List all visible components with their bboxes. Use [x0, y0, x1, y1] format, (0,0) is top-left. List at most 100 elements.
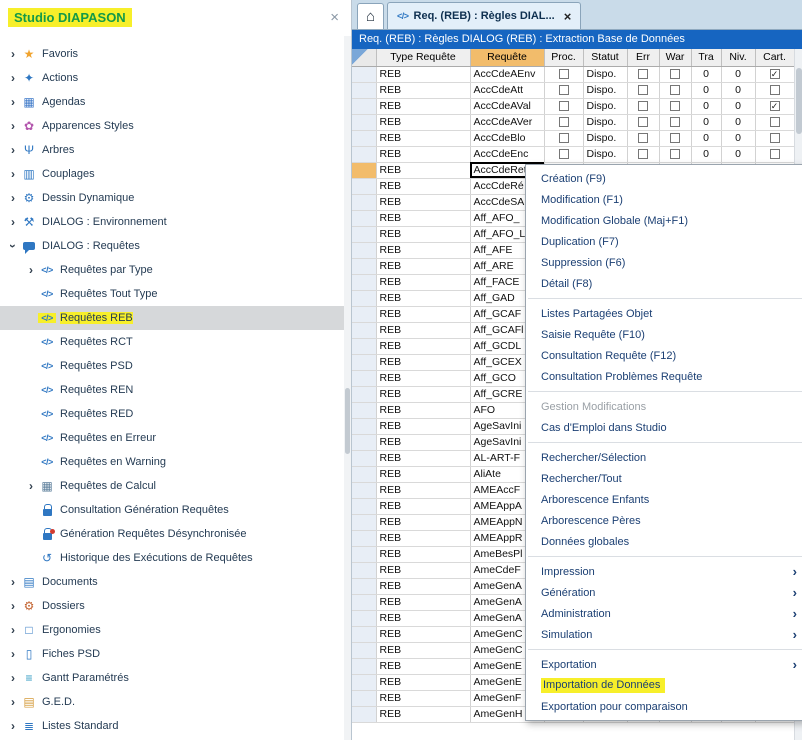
sidebar-item-agendas[interactable]: ›▦Agendas — [0, 90, 351, 114]
menu-item-detail-f8[interactable]: Détail (F8) — [526, 273, 802, 294]
row-selector-cell[interactable] — [352, 466, 376, 482]
cell-war[interactable] — [659, 66, 691, 82]
checkbox-checked[interactable]: ✓ — [770, 69, 780, 79]
menu-item-importation-de-donnees[interactable]: Importation de Données — [526, 675, 802, 696]
cell-statut[interactable]: Dispo. — [583, 130, 627, 146]
cell-niv[interactable]: 0 — [721, 146, 755, 162]
scrollbar-thumb[interactable] — [796, 68, 802, 134]
cell-proc[interactable] — [544, 114, 583, 130]
cell-proc[interactable] — [544, 130, 583, 146]
cell-type-requete[interactable]: REB — [376, 306, 470, 322]
cell-type-requete[interactable]: REB — [376, 226, 470, 242]
row-selector-cell[interactable] — [352, 578, 376, 594]
cell-tra[interactable]: 0 — [691, 130, 721, 146]
cell-type-requete[interactable]: REB — [376, 370, 470, 386]
row-selector-cell[interactable] — [352, 450, 376, 466]
chevron-right-icon[interactable]: › — [6, 216, 20, 228]
cell-type-requete[interactable]: REB — [376, 658, 470, 674]
cell-type-requete[interactable]: REB — [376, 418, 470, 434]
cell-type-requete[interactable]: REB — [376, 322, 470, 338]
scrollbar-thumb[interactable] — [345, 388, 350, 454]
menu-item-saisie-requete-f10[interactable]: Saisie Requête (F10) — [526, 324, 802, 345]
row-selector-cell[interactable] — [352, 658, 376, 674]
checkbox-unchecked[interactable] — [559, 101, 569, 111]
cell-niv[interactable]: 0 — [721, 66, 755, 82]
cell-type-requete[interactable]: REB — [376, 594, 470, 610]
cell-type-requete[interactable]: REB — [376, 674, 470, 690]
sidebar-item-gantt-parametres[interactable]: ›≡Gantt Paramétrés — [0, 666, 351, 690]
cell-type-requete[interactable]: REB — [376, 274, 470, 290]
menu-item-simulation[interactable]: Simulation› — [526, 624, 802, 645]
chevron-down-icon[interactable]: › — [7, 239, 19, 253]
row-selector-cell[interactable] — [352, 690, 376, 706]
cell-requete[interactable]: AccCdeAtt — [470, 82, 544, 98]
cell-cart[interactable] — [755, 82, 794, 98]
cell-err[interactable] — [627, 98, 659, 114]
cell-type-requete[interactable]: REB — [376, 546, 470, 562]
menu-item-modification-globale-maj-f1[interactable]: Modification Globale (Maj+F1) — [526, 210, 802, 231]
cell-err[interactable] — [627, 114, 659, 130]
sidebar-item-ergonomies[interactable]: ›□Ergonomies — [0, 618, 351, 642]
row-selector-cell[interactable] — [352, 146, 376, 162]
menu-item-exportation[interactable]: Exportation› — [526, 654, 802, 675]
row-selector-cell[interactable] — [352, 178, 376, 194]
column-header-err[interactable]: Err — [627, 49, 659, 66]
checkbox-unchecked[interactable] — [638, 69, 648, 79]
sidebar-item-requetes-de-calcul[interactable]: ›▦Requêtes de Calcul — [0, 474, 351, 498]
cell-cart[interactable] — [755, 114, 794, 130]
cell-type-requete[interactable]: REB — [376, 130, 470, 146]
row-selector-cell[interactable] — [352, 130, 376, 146]
menu-item-consultation-requete-f12[interactable]: Consultation Requête (F12) — [526, 345, 802, 366]
sidebar-item-documents[interactable]: ›▤Documents — [0, 570, 351, 594]
chevron-right-icon[interactable]: › — [6, 600, 20, 612]
row-selector-cell[interactable] — [352, 562, 376, 578]
row-selector-cell[interactable] — [352, 482, 376, 498]
cell-tra[interactable]: 0 — [691, 146, 721, 162]
cell-type-requete[interactable]: REB — [376, 642, 470, 658]
checkbox-unchecked[interactable] — [559, 117, 569, 127]
cell-tra[interactable]: 0 — [691, 98, 721, 114]
column-header-type-requete[interactable]: Type Requête — [376, 49, 470, 66]
checkbox-unchecked[interactable] — [670, 69, 680, 79]
sidebar-item-dessin-dynamique[interactable]: ›⚙Dessin Dynamique — [0, 186, 351, 210]
sidebar-item-requetes-reb[interactable]: </>Requêtes REB — [0, 306, 351, 330]
table-row[interactable]: REBAccCdeBloDispo.00 — [352, 130, 794, 146]
chevron-right-icon[interactable]: › — [24, 264, 38, 276]
chevron-right-icon[interactable]: › — [24, 480, 38, 492]
cell-err[interactable] — [627, 130, 659, 146]
chevron-right-icon[interactable]: › — [6, 720, 20, 732]
sidebar-item-dialog-requetes[interactable]: ›DIALOG : Requêtes — [0, 234, 351, 258]
sidebar-item-requetes-red[interactable]: </>Requêtes RED — [0, 402, 351, 426]
sidebar-item-generation-requetes-desynchronisee[interactable]: Génération Requêtes Désynchronisée — [0, 522, 351, 546]
checkbox-unchecked[interactable] — [670, 149, 680, 159]
cell-cart[interactable]: ✓ — [755, 66, 794, 82]
chevron-right-icon[interactable]: › — [6, 72, 20, 84]
checkbox-unchecked[interactable] — [670, 101, 680, 111]
row-selector-cell[interactable] — [352, 546, 376, 562]
menu-item-exportation-pour-comparaison[interactable]: Exportation pour comparaison — [526, 696, 802, 717]
sidebar-item-dossiers[interactable]: ›⚙Dossiers — [0, 594, 351, 618]
checkbox-unchecked[interactable] — [770, 117, 780, 127]
cell-type-requete[interactable]: REB — [376, 626, 470, 642]
row-selector-cell[interactable] — [352, 66, 376, 82]
cell-statut[interactable]: Dispo. — [583, 66, 627, 82]
cell-requete[interactable]: AccCdeEnc — [470, 146, 544, 162]
cell-proc[interactable] — [544, 82, 583, 98]
chevron-right-icon[interactable]: › — [6, 144, 20, 156]
sidebar-item-fiches-psd[interactable]: ›▯Fiches PSD — [0, 642, 351, 666]
row-selector-cell[interactable] — [352, 162, 376, 178]
cell-statut[interactable]: Dispo. — [583, 114, 627, 130]
cell-tra[interactable]: 0 — [691, 82, 721, 98]
sidebar-item-listes-standard[interactable]: ›≣Listes Standard — [0, 714, 351, 738]
chevron-right-icon[interactable]: › — [6, 192, 20, 204]
cell-war[interactable] — [659, 82, 691, 98]
cell-proc[interactable] — [544, 146, 583, 162]
cell-type-requete[interactable]: REB — [376, 402, 470, 418]
cell-type-requete[interactable]: REB — [376, 258, 470, 274]
table-row[interactable]: REBAccCdeAttDispo.00 — [352, 82, 794, 98]
cell-type-requete[interactable]: REB — [376, 482, 470, 498]
checkbox-unchecked[interactable] — [670, 117, 680, 127]
sidebar-item-requetes-en-warning[interactable]: </>Requêtes en Warning — [0, 450, 351, 474]
cell-type-requete[interactable]: REB — [376, 194, 470, 210]
chevron-right-icon[interactable]: › — [6, 120, 20, 132]
